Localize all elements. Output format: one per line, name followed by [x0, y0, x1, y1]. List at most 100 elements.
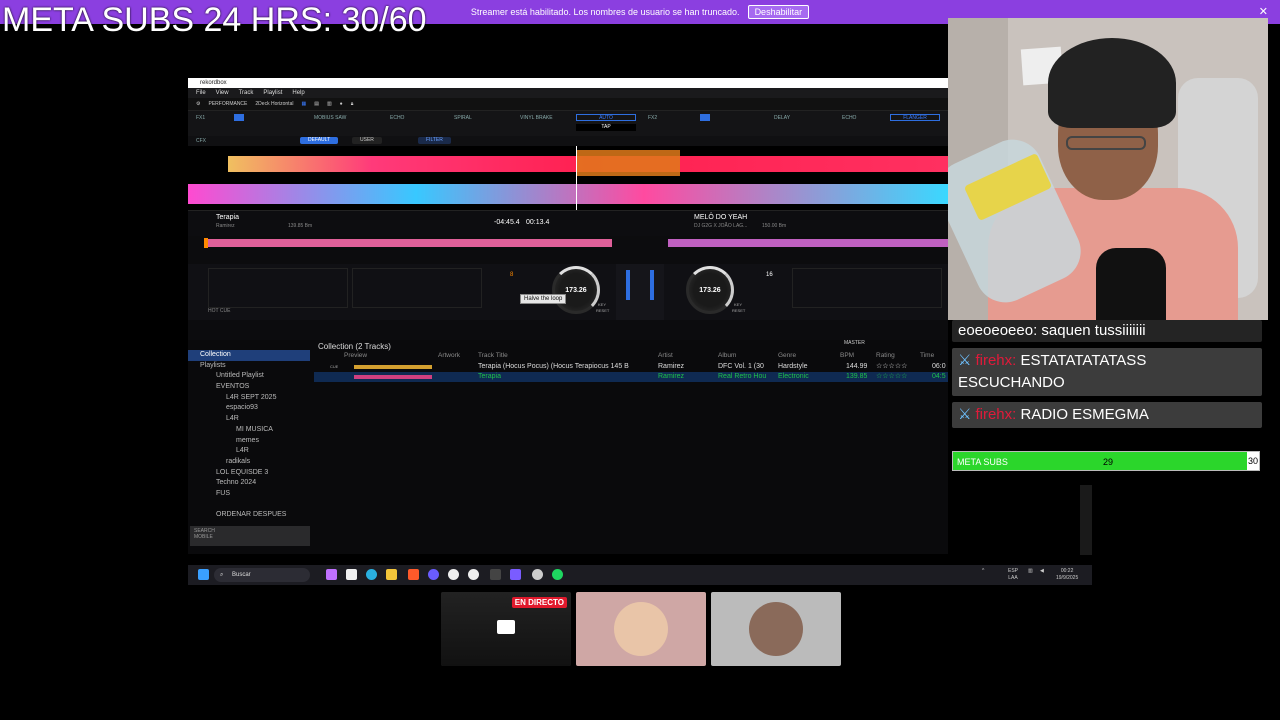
deck2-pad-area[interactable] [792, 268, 942, 308]
deck1-jog-wheel[interactable]: 173.26 [552, 266, 600, 314]
deck1-pad-area[interactable] [208, 268, 348, 308]
tree-item-playlist[interactable]: L4R [188, 414, 310, 425]
app-icon[interactable] [468, 569, 479, 580]
tree-item-playlist[interactable]: EVENTOS [188, 382, 310, 393]
menu-view[interactable]: View [216, 88, 229, 98]
language-indicator[interactable]: ESP LAA [1008, 568, 1018, 582]
fx2-effect-2[interactable]: ECHO [842, 115, 856, 121]
tree-item-playlist[interactable]: LOL EQUISDE 3 [188, 468, 310, 479]
fx-effect-3[interactable]: SPIRAL [454, 115, 472, 121]
master-label[interactable]: MASTER [844, 340, 865, 346]
deck1-loop-size[interactable]: 8 [510, 272, 513, 278]
row-rating[interactable]: ☆☆☆☆☆ [876, 372, 907, 382]
rekordbox-icon[interactable] [490, 569, 501, 580]
fx-effect-4[interactable]: VINYL BRAKE [520, 115, 553, 121]
chrome-icon[interactable] [532, 569, 543, 580]
edge-icon[interactable] [366, 569, 377, 580]
table-row[interactable]: CUE Terapia (Hocus Pocus) (Hocus Terapio… [314, 362, 948, 372]
tree-item-playlist[interactable]: memes [188, 436, 310, 447]
tree-item-playlist[interactable]: L4R [188, 446, 310, 457]
cfx-label: CFX [196, 138, 206, 144]
tree-item-playlist[interactable]: ORDENAR DESPUES [188, 510, 310, 521]
taskbar-search[interactable]: ⌕ Buscar [214, 568, 310, 582]
fx-auto-button[interactable]: AUTO [576, 114, 636, 121]
mixer-icon[interactable]: ▤ [314, 101, 319, 107]
participant-tile[interactable] [576, 592, 706, 666]
tree-item-playlist[interactable]: radikals [188, 457, 310, 468]
deck2-jog-wheel[interactable]: 173.26 [686, 266, 734, 314]
fx-effect-1[interactable]: MOBIUS SAW [314, 115, 346, 121]
tree-item-playlists[interactable]: Playlists [188, 361, 310, 372]
spotify-icon[interactable] [552, 569, 563, 580]
windows-start-icon[interactable] [198, 569, 209, 580]
menu-help[interactable]: Help [292, 88, 304, 98]
fx1-beat-selector[interactable] [234, 114, 244, 121]
tree-item-playlist[interactable]: Techno 2024 [188, 478, 310, 489]
col-genre[interactable]: Genre [778, 352, 796, 359]
deck1-key-label[interactable]: KEY [598, 302, 606, 307]
deck2-overview-waveform[interactable] [668, 238, 948, 248]
disable-streamer-mode-button[interactable]: Deshabilitar [747, 5, 810, 19]
layout-select[interactable]: 2Deck Horizontal [255, 101, 293, 107]
col-album[interactable]: Album [718, 352, 736, 359]
network-icon[interactable]: ▥ [1028, 568, 1033, 575]
fx2-beat-selector[interactable] [700, 114, 710, 121]
brave-icon[interactable] [408, 569, 419, 580]
copilot-icon[interactable] [326, 569, 337, 580]
deck2-key-label[interactable]: KEY [734, 302, 742, 307]
cfx-default-button[interactable]: DEFAULT [300, 137, 339, 144]
hot-cue-label[interactable]: HOT CUE [208, 308, 230, 314]
mode-select[interactable]: PERFORMANCE [208, 101, 247, 107]
deck1-pad-area-2[interactable] [352, 268, 482, 308]
tree-item-playlist[interactable]: FUS [188, 489, 310, 500]
mixer-section[interactable] [616, 264, 664, 320]
deck2-reset-label[interactable]: RESET [732, 308, 745, 313]
waveform-display[interactable] [188, 146, 948, 210]
tree-item-playlist[interactable]: L4R SEPT 2025 [188, 393, 310, 404]
menu-file[interactable]: File [196, 88, 206, 98]
col-preview[interactable]: Preview [344, 352, 367, 359]
col-bpm[interactable]: BPM [840, 352, 854, 359]
menu-playlist[interactable]: Playlist [263, 88, 282, 98]
fx-effect-2[interactable]: ECHO [390, 115, 404, 121]
menu-track[interactable]: Track [239, 88, 254, 98]
grid-icon[interactable]: ▦ [301, 101, 306, 107]
col-artwork[interactable]: Artwork [438, 352, 460, 359]
deck2-loop-size[interactable]: 16 [766, 272, 773, 278]
file-explorer-icon[interactable] [386, 569, 397, 580]
store-icon[interactable] [346, 569, 357, 580]
tree-item-playlist[interactable]: espacio93 [188, 403, 310, 414]
tray-chevron-icon[interactable]: ^ [982, 568, 984, 575]
close-icon[interactable]: ✕ [1259, 5, 1268, 18]
fx2-effect-1[interactable]: DELAY [774, 115, 790, 121]
col-rating[interactable]: Rating [876, 352, 895, 359]
tree-item-playlist[interactable]: MI MUSICA [188, 425, 310, 436]
row-rating[interactable]: ☆☆☆☆☆ [876, 362, 907, 372]
deck1-reset-label[interactable]: RESET [596, 308, 609, 313]
fx1-label: FX1 [196, 115, 206, 121]
participant-tile-screen[interactable]: EN DIRECTO [441, 592, 571, 666]
clock[interactable]: 00:22 19/9/2025 [1056, 568, 1078, 582]
record-icon[interactable]: ● [340, 101, 343, 107]
participant-tile[interactable] [711, 592, 841, 666]
col-time[interactable]: Time [920, 352, 934, 359]
cfx-user-button[interactable]: USER [352, 137, 382, 144]
scrollbar[interactable] [1080, 485, 1092, 555]
app-icon[interactable] [510, 569, 521, 580]
sampler-icon[interactable]: ▥ [327, 101, 332, 107]
lock-icon[interactable]: 🔒︎ [351, 101, 354, 107]
col-artist[interactable]: Artist [658, 352, 673, 359]
gear-icon[interactable]: ⚙ [196, 101, 200, 107]
tree-item-collection[interactable]: Collection [188, 350, 310, 361]
search-mobile-button[interactable]: SEARCH MOBILE [190, 526, 310, 546]
cfx-filter-button[interactable]: FILTER [418, 137, 451, 144]
col-track-title[interactable]: Track Title [478, 352, 508, 359]
deck1-overview-waveform[interactable] [204, 238, 612, 248]
discord-icon[interactable] [428, 569, 439, 580]
tree-item-playlist[interactable]: Untitled Playlist [188, 371, 310, 382]
volume-icon[interactable]: ◀ [1040, 568, 1044, 575]
fx2-effect-3[interactable]: FLANGER [890, 114, 940, 121]
table-row[interactable]: Terapia Ramirez Real Retro Hou Electroni… [314, 372, 948, 382]
fx-tap-button[interactable]: TAP [576, 124, 636, 131]
obs-icon[interactable] [448, 569, 459, 580]
